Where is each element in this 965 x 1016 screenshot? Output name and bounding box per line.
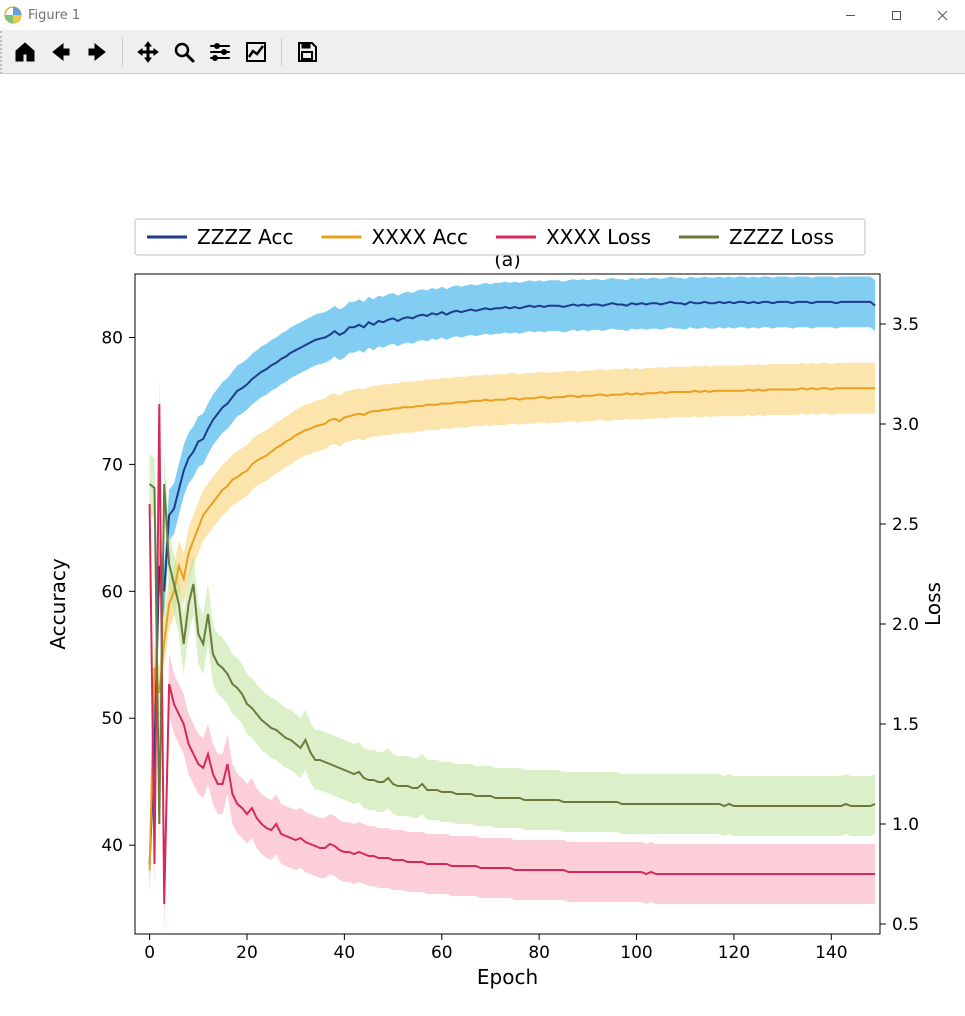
legend-label: XXXX Loss	[546, 225, 651, 249]
window-title: Figure 1	[28, 8, 80, 23]
toolbar-separator	[122, 38, 123, 66]
window-titlebar: Figure 1	[0, 0, 965, 31]
configure-subplots-button[interactable]	[203, 35, 237, 69]
pan-icon	[136, 40, 160, 64]
edit-axes-icon	[244, 40, 268, 64]
pan-button[interactable]	[131, 35, 165, 69]
x-tick-label: 140	[815, 943, 847, 963]
app-icon	[4, 6, 22, 24]
y-right-tick-label: 0.5	[892, 915, 919, 935]
y-right-tick-label: 3.5	[892, 315, 919, 335]
back-button[interactable]	[44, 35, 78, 69]
plot-svg: 0 20 40 60 80 100 120 140 40 50 60 70 80 0.5 1.0 1.5 2.0…	[0, 74, 965, 1016]
back-icon	[49, 40, 73, 64]
forward-button[interactable]	[80, 35, 114, 69]
figure-canvas[interactable]: 0 20 40 60 80 100 120 140 40 50 60 70 80 0.5 1.0 1.5 2.0…	[0, 74, 965, 1016]
zoom-icon	[172, 40, 196, 64]
legend-label: ZZZZ Acc	[197, 225, 293, 249]
save-button[interactable]	[290, 35, 324, 69]
x-tick-label: 80	[528, 943, 550, 963]
legend-label: ZZZZ Loss	[729, 225, 834, 249]
window-minimize-button[interactable]	[827, 0, 873, 30]
forward-icon	[85, 40, 109, 64]
y-left-tick-label: 70	[101, 455, 123, 475]
save-icon	[295, 40, 319, 64]
y-left-axis-label: Accuracy	[46, 558, 70, 649]
matplotlib-toolbar	[0, 31, 965, 74]
x-axis-label: Epoch	[477, 965, 538, 989]
toolbar-separator	[281, 38, 282, 66]
x-tick-label: 40	[334, 943, 356, 963]
configure-subplots-icon	[208, 40, 232, 64]
x-tick-label: 100	[620, 943, 652, 963]
x-tick-label: 120	[718, 943, 750, 963]
x-tick-label: 20	[236, 943, 258, 963]
y-left-tick-label: 80	[101, 328, 123, 348]
y-left-tick-label: 40	[101, 836, 123, 856]
y-right-tick-label: 2.0	[892, 615, 919, 635]
x-tick-label: 60	[431, 943, 453, 963]
x-tick-label: 0	[144, 943, 155, 963]
y-left-tick-label: 60	[101, 582, 123, 602]
y-right-axis-label: Loss	[921, 582, 945, 626]
y-right-tick-label: 1.5	[892, 715, 919, 735]
home-button[interactable]	[8, 35, 42, 69]
y-right-tick-label: 3.0	[892, 415, 919, 435]
y-left-tick-label: 50	[101, 709, 123, 729]
legend-label: XXXX Acc	[371, 225, 467, 249]
edit-axes-button[interactable]	[239, 35, 273, 69]
window-maximize-button[interactable]	[873, 0, 919, 30]
zoom-button[interactable]	[167, 35, 201, 69]
window-close-button[interactable]	[919, 0, 965, 30]
y-right-tick-label: 2.5	[892, 515, 919, 535]
home-icon	[13, 40, 37, 64]
y-right-tick-label: 1.0	[892, 815, 919, 835]
